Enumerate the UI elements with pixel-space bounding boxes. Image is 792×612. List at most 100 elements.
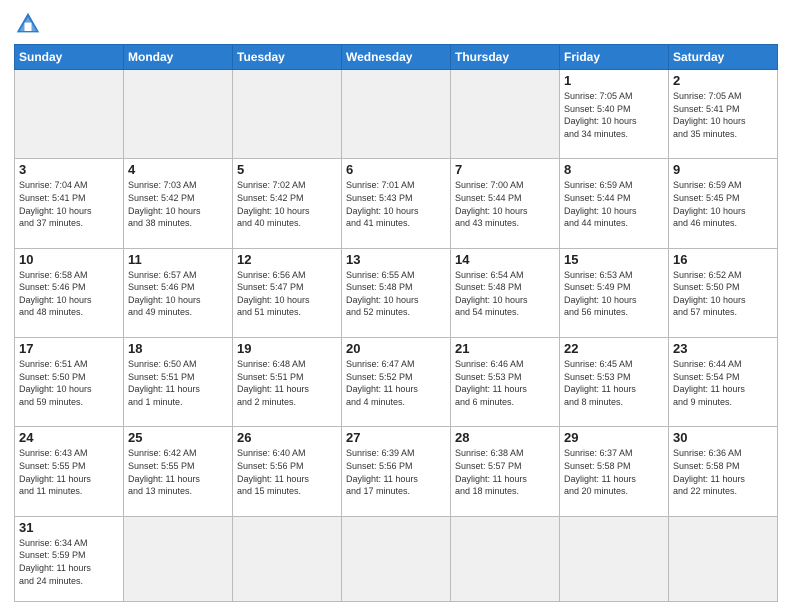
weekday-header-friday: Friday [560, 45, 669, 70]
calendar-cell: 16Sunrise: 6:52 AM Sunset: 5:50 PM Dayli… [669, 248, 778, 337]
day-info: Sunrise: 6:36 AM Sunset: 5:58 PM Dayligh… [673, 447, 773, 497]
day-info: Sunrise: 6:43 AM Sunset: 5:55 PM Dayligh… [19, 447, 119, 497]
day-info: Sunrise: 6:46 AM Sunset: 5:53 PM Dayligh… [455, 358, 555, 408]
day-info: Sunrise: 6:44 AM Sunset: 5:54 PM Dayligh… [673, 358, 773, 408]
day-number: 11 [128, 252, 228, 267]
weekday-header-sunday: Sunday [15, 45, 124, 70]
day-info: Sunrise: 6:54 AM Sunset: 5:48 PM Dayligh… [455, 269, 555, 319]
calendar-cell: 27 Sunrise: 6:39 AM Sunset: 5:56 PM Dayli… [342, 427, 451, 516]
calendar-cell [233, 70, 342, 159]
day-info: Sunrise: 6:51 AM Sunset: 5:50 PM Dayligh… [19, 358, 119, 408]
day-info: Sunrise: 7:04 AM Sunset: 5:41 PM Dayligh… [19, 179, 119, 229]
day-number: 8 [564, 162, 664, 177]
calendar-cell: 12 Sunrise: 6:56 AM Sunset: 5:47 PM Dayli… [233, 248, 342, 337]
day-number: 17 [19, 341, 119, 356]
day-number: 3 [19, 162, 119, 177]
calendar-cell [124, 70, 233, 159]
calendar-cell: 10Sunrise: 6:58 AM Sunset: 5:46 PM Dayli… [15, 248, 124, 337]
day-number: 26 [237, 430, 337, 445]
day-info: Sunrise: 7:05 AM Sunset: 5:40 PM Dayligh… [564, 90, 664, 140]
day-number: 21 [455, 341, 555, 356]
day-number: 31 [19, 520, 119, 535]
calendar: SundayMondayTuesdayWednesdayThursdayFrid… [14, 44, 778, 602]
calendar-cell: 25 Sunrise: 6:42 AM Sunset: 5:55 PM Dayli… [124, 427, 233, 516]
day-number: 27 [346, 430, 446, 445]
calendar-cell: 22 Sunrise: 6:45 AM Sunset: 5:53 PM Dayli… [560, 338, 669, 427]
day-info: Sunrise: 6:37 AM Sunset: 5:58 PM Dayligh… [564, 447, 664, 497]
day-number: 22 [564, 341, 664, 356]
day-number: 24 [19, 430, 119, 445]
day-info: Sunrise: 6:42 AM Sunset: 5:55 PM Dayligh… [128, 447, 228, 497]
day-number: 16 [673, 252, 773, 267]
calendar-cell: 13Sunrise: 6:55 AM Sunset: 5:48 PM Dayli… [342, 248, 451, 337]
logo [14, 10, 44, 38]
calendar-cell: 30 Sunrise: 6:36 AM Sunset: 5:58 PM Dayli… [669, 427, 778, 516]
calendar-cell: 20Sunrise: 6:47 AM Sunset: 5:52 PM Dayli… [342, 338, 451, 427]
calendar-cell [669, 516, 778, 601]
day-info: Sunrise: 6:40 AM Sunset: 5:56 PM Dayligh… [237, 447, 337, 497]
weekday-header-saturday: Saturday [669, 45, 778, 70]
day-number: 20 [346, 341, 446, 356]
week-row-1: 3 Sunrise: 7:04 AM Sunset: 5:41 PM Daylig… [15, 159, 778, 248]
day-info: Sunrise: 6:59 AM Sunset: 5:44 PM Dayligh… [564, 179, 664, 229]
calendar-cell: 26 Sunrise: 6:40 AM Sunset: 5:56 PM Dayli… [233, 427, 342, 516]
weekday-header-row: SundayMondayTuesdayWednesdayThursdayFrid… [15, 45, 778, 70]
day-number: 2 [673, 73, 773, 88]
day-info: Sunrise: 6:45 AM Sunset: 5:53 PM Dayligh… [564, 358, 664, 408]
weekday-header-monday: Monday [124, 45, 233, 70]
day-number: 23 [673, 341, 773, 356]
calendar-cell: 4 Sunrise: 7:03 AM Sunset: 5:42 PM Daylig… [124, 159, 233, 248]
day-info: Sunrise: 7:01 AM Sunset: 5:43 PM Dayligh… [346, 179, 446, 229]
day-info: Sunrise: 6:59 AM Sunset: 5:45 PM Dayligh… [673, 179, 773, 229]
day-info: Sunrise: 6:57 AM Sunset: 5:46 PM Dayligh… [128, 269, 228, 319]
day-number: 15 [564, 252, 664, 267]
day-info: Sunrise: 6:56 AM Sunset: 5:47 PM Dayligh… [237, 269, 337, 319]
day-number: 19 [237, 341, 337, 356]
day-info: Sunrise: 7:02 AM Sunset: 5:42 PM Dayligh… [237, 179, 337, 229]
day-info: Sunrise: 6:39 AM Sunset: 5:56 PM Dayligh… [346, 447, 446, 497]
day-number: 30 [673, 430, 773, 445]
calendar-cell: 18Sunrise: 6:50 AM Sunset: 5:51 PM Dayli… [124, 338, 233, 427]
calendar-cell [342, 70, 451, 159]
calendar-cell: 21 Sunrise: 6:46 AM Sunset: 5:53 PM Dayli… [451, 338, 560, 427]
calendar-cell: 15 Sunrise: 6:53 AM Sunset: 5:49 PM Dayli… [560, 248, 669, 337]
page: SundayMondayTuesdayWednesdayThursdayFrid… [0, 0, 792, 612]
calendar-cell: 2Sunrise: 7:05 AM Sunset: 5:41 PM Daylig… [669, 70, 778, 159]
calendar-cell [451, 516, 560, 601]
day-number: 14 [455, 252, 555, 267]
day-number: 4 [128, 162, 228, 177]
calendar-cell: 3 Sunrise: 7:04 AM Sunset: 5:41 PM Daylig… [15, 159, 124, 248]
day-number: 10 [19, 252, 119, 267]
calendar-cell: 17 Sunrise: 6:51 AM Sunset: 5:50 PM Dayli… [15, 338, 124, 427]
day-number: 12 [237, 252, 337, 267]
calendar-cell [124, 516, 233, 601]
week-row-5: 31 Sunrise: 6:34 AM Sunset: 5:59 PM Dayli… [15, 516, 778, 601]
week-row-0: 1 Sunrise: 7:05 AM Sunset: 5:40 PM Daylig… [15, 70, 778, 159]
week-row-2: 10Sunrise: 6:58 AM Sunset: 5:46 PM Dayli… [15, 248, 778, 337]
day-number: 6 [346, 162, 446, 177]
day-info: Sunrise: 6:50 AM Sunset: 5:51 PM Dayligh… [128, 358, 228, 408]
weekday-header-tuesday: Tuesday [233, 45, 342, 70]
calendar-cell [15, 70, 124, 159]
logo-icon [14, 10, 42, 38]
calendar-cell: 9 Sunrise: 6:59 AM Sunset: 5:45 PM Daylig… [669, 159, 778, 248]
calendar-cell: 28Sunrise: 6:38 AM Sunset: 5:57 PM Dayli… [451, 427, 560, 516]
calendar-cell: 1 Sunrise: 7:05 AM Sunset: 5:40 PM Daylig… [560, 70, 669, 159]
calendar-cell: 7Sunrise: 7:00 AM Sunset: 5:44 PM Daylig… [451, 159, 560, 248]
day-number: 25 [128, 430, 228, 445]
calendar-cell: 29Sunrise: 6:37 AM Sunset: 5:58 PM Dayli… [560, 427, 669, 516]
calendar-cell: 6 Sunrise: 7:01 AM Sunset: 5:43 PM Daylig… [342, 159, 451, 248]
calendar-cell: 24 Sunrise: 6:43 AM Sunset: 5:55 PM Dayli… [15, 427, 124, 516]
day-number: 1 [564, 73, 664, 88]
calendar-cell: 31 Sunrise: 6:34 AM Sunset: 5:59 PM Dayli… [15, 516, 124, 601]
day-info: Sunrise: 7:00 AM Sunset: 5:44 PM Dayligh… [455, 179, 555, 229]
day-info: Sunrise: 7:03 AM Sunset: 5:42 PM Dayligh… [128, 179, 228, 229]
day-number: 9 [673, 162, 773, 177]
day-info: Sunrise: 6:34 AM Sunset: 5:59 PM Dayligh… [19, 537, 119, 587]
calendar-cell [342, 516, 451, 601]
day-info: Sunrise: 6:53 AM Sunset: 5:49 PM Dayligh… [564, 269, 664, 319]
calendar-cell: 11 Sunrise: 6:57 AM Sunset: 5:46 PM Dayli… [124, 248, 233, 337]
calendar-cell [451, 70, 560, 159]
calendar-cell: 23 Sunrise: 6:44 AM Sunset: 5:54 PM Dayli… [669, 338, 778, 427]
day-number: 13 [346, 252, 446, 267]
